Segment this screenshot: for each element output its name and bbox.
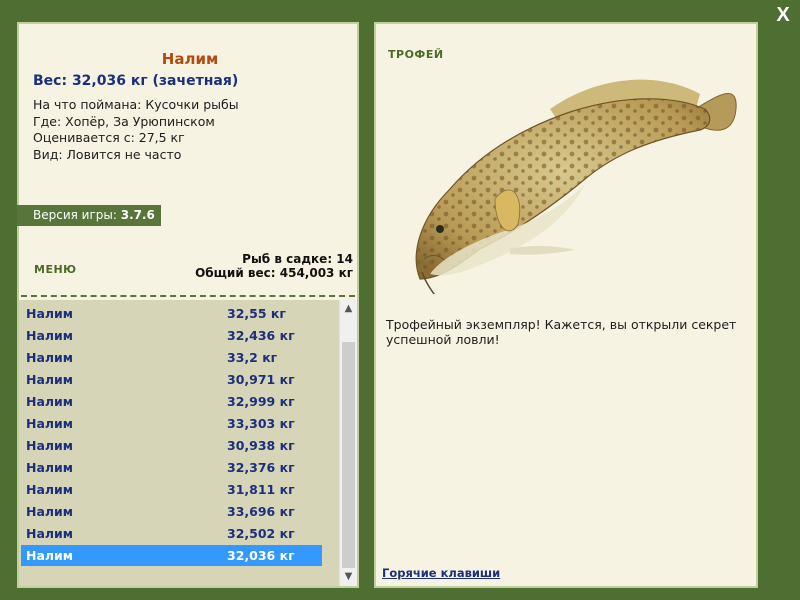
rated-line: Оценивается с: 27,5 кг	[33, 130, 185, 145]
scroll-down-icon[interactable]: ▼	[340, 568, 357, 585]
keepnet-stats: Рыб в садке: 14 Общий вес: 454,003 кг	[195, 252, 353, 280]
catch-fish-weight: 32,999 кг	[227, 394, 295, 409]
catch-fish-weight: 32,036 кг	[227, 548, 295, 563]
catch-fish-weight: 30,938 кг	[227, 438, 295, 453]
catch-fish-weight: 33,2 кг	[227, 350, 278, 365]
catch-list-row[interactable]: Налим 32,376 кг	[21, 457, 322, 478]
hotkeys-link[interactable]: Горячие клавиши	[382, 566, 500, 580]
kind-line: Вид: Ловится не часто	[33, 146, 182, 162]
catch-list-row[interactable]: Налим 32,436 кг	[21, 325, 322, 346]
catch-fish-name: Налим	[26, 482, 74, 497]
fish-details: На что поймана: Кусочки рыбы Где: Хопёр,…	[33, 97, 239, 163]
catch-list-row[interactable]: Налим 31,811 кг	[21, 479, 322, 500]
catch-list-row[interactable]: Налим 30,971 кг	[21, 369, 322, 390]
fish-name-title: Налим	[161, 50, 219, 68]
version-label: Версия игры:	[33, 208, 121, 222]
fish-info-panel: Налим Вес: 32,036 кг (зачетная) На что п…	[17, 22, 359, 588]
catch-list-row[interactable]: Налим 32,55 кг	[21, 303, 322, 324]
trophy-panel: ТРОФЕЙ Трофейный экземпляр! Кажется, вы …	[374, 22, 758, 588]
catch-fish-name: Налим	[26, 526, 74, 541]
catch-fish-name: Налим	[26, 306, 74, 321]
scroll-up-icon[interactable]: ▲	[340, 300, 357, 317]
catch-fish-weight: 30,971 кг	[227, 372, 295, 387]
catch-list-row[interactable]: Налим 32,502 кг	[21, 523, 322, 544]
scroll-thumb[interactable]	[342, 342, 355, 568]
catch-fish-name: Налим	[26, 504, 74, 519]
catch-fish-name: Налим	[26, 372, 74, 387]
catch-fish-weight: 32,502 кг	[227, 526, 295, 541]
catch-fish-weight: 33,696 кг	[227, 504, 295, 519]
menu-button[interactable]: МЕНЮ	[34, 263, 77, 276]
catch-fish-name: Налим	[26, 460, 74, 475]
catch-list-row[interactable]: Налим 33,303 кг	[21, 413, 322, 434]
catch-fish-weight: 32,376 кг	[227, 460, 295, 475]
catch-fish-name: Налим	[26, 328, 74, 343]
burbot-fish-image	[415, 79, 737, 294]
bait-line: На что поймана: Кусочки рыбы	[33, 97, 239, 112]
catch-fish-name: Налим	[26, 438, 74, 453]
total-weight: Общий вес: 454,003 кг	[195, 266, 353, 280]
fish-count: Рыб в садке: 14	[242, 252, 353, 266]
catch-fish-name: Налим	[26, 394, 74, 409]
catch-fish-name: Налим	[26, 350, 74, 365]
close-button[interactable]: X	[770, 4, 796, 26]
catch-fish-weight: 31,811 кг	[227, 482, 295, 497]
version-badge: Версия игры: 3.7.6	[17, 205, 161, 226]
catch-list-row[interactable]: Налим 33,2 кг	[21, 347, 322, 368]
catch-list-row[interactable]: Налим 33,696 кг	[21, 501, 322, 522]
trophy-description: Трофейный экземпляр! Кажется, вы открыли…	[386, 317, 737, 347]
catch-list[interactable]: Налим 32,55 кг Налим 32,436 кг Налим 33,2 кг Н…	[19, 300, 339, 586]
catch-list-row[interactable]: Налим 30,938 кг	[21, 435, 322, 456]
catch-list-row[interactable]: Налим 32,036 кг	[21, 545, 322, 566]
catch-fish-name: Налим	[26, 416, 74, 431]
dashed-divider	[21, 295, 355, 297]
catch-list-row[interactable]: Налим 32,999 кг	[21, 391, 322, 412]
fish-weight-line: Вес: 32,036 кг (зачетная)	[33, 73, 239, 89]
catch-fish-weight: 33,303 кг	[227, 416, 295, 431]
place-line: Где: Хопёр, За Урюпинском	[33, 113, 215, 129]
catch-fish-weight: 32,55 кг	[227, 306, 286, 321]
catch-fish-weight: 32,436 кг	[227, 328, 295, 343]
catch-fish-name: Налим	[26, 548, 74, 563]
version-value: 3.7.6	[120, 208, 155, 222]
catch-list-scrollbar[interactable]: ▲ ▼	[339, 300, 357, 586]
